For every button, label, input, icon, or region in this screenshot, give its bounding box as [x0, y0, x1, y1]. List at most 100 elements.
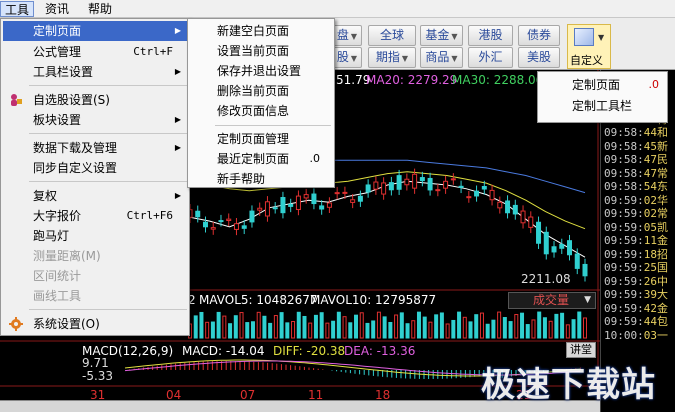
- tick-stock-name: 02常: [643, 207, 668, 220]
- fund-dropdown-button[interactable]: 基金 ▼: [420, 25, 463, 46]
- menu-item-custom-page[interactable]: 定制页面 ▶: [3, 21, 187, 41]
- volume-bar: [331, 320, 336, 339]
- stock-dropdown-button[interactable]: 股 ▼: [332, 47, 362, 68]
- menu-item-watchlist-settings[interactable]: 自选股设置(S): [3, 90, 187, 110]
- candle-body: [559, 243, 565, 249]
- dropdown-item-custom-toolbar[interactable]: 定制工具栏: [540, 96, 665, 116]
- tick-row[interactable]: 09:58:45新: [604, 140, 668, 153]
- tick-row[interactable]: 10:00:03一: [604, 329, 668, 342]
- volume-bar: [216, 311, 221, 339]
- menu-item-big-quote[interactable]: 大字报价 Ctrl+F6: [3, 206, 187, 226]
- volume-bar: [228, 323, 233, 339]
- tick-row[interactable]: 09:58:47常: [604, 167, 668, 180]
- tick-row[interactable]: 09:59:11金: [604, 234, 668, 247]
- tick-row[interactable]: 09:59:44包: [604, 315, 668, 328]
- candle-body: [365, 184, 371, 193]
- tick-row[interactable]: 09:59:18招: [604, 248, 668, 261]
- candle-body: [373, 181, 379, 190]
- menu-item-toolbar-settings[interactable]: 工具栏设置 ▶: [3, 62, 187, 82]
- volume-bar: [371, 320, 376, 339]
- volume-bar: [416, 311, 421, 339]
- tick-row[interactable]: 09:59:05凯: [604, 221, 668, 234]
- menu-item-marquee[interactable]: 跑马灯: [3, 226, 187, 246]
- volume-bar: [268, 322, 273, 339]
- custom-page-submenu: 新建空白页面 设置当前页面 保存并退出设置 删除当前页面 修改页面信息 定制页面…: [187, 18, 335, 188]
- tick-row[interactable]: 09:59:42金: [604, 302, 668, 315]
- candle-body: [528, 216, 534, 228]
- candle-body: [489, 189, 495, 201]
- global-button[interactable]: 全球: [368, 25, 416, 46]
- tick-stock-name: 39大: [643, 288, 668, 301]
- ma-line-ma-short: [189, 180, 586, 258]
- tick-time: 09:58:: [604, 166, 644, 180]
- volume-bar: [210, 321, 215, 339]
- submenu-item-delete-page[interactable]: 删除当前页面: [190, 81, 332, 101]
- menu-item-sector-settings[interactable]: 板块设置 ▶: [3, 110, 187, 130]
- us-stock-button[interactable]: 美股: [518, 47, 560, 68]
- submenu-item-set-current-page[interactable]: 设置当前页面: [190, 41, 332, 61]
- candle-body: [419, 177, 425, 182]
- submenu-item-recent-pages[interactable]: 最近定制页面 .0: [190, 149, 332, 169]
- menu-item-sync-settings[interactable]: 同步自定义设置: [3, 158, 187, 178]
- volume-bar: [554, 313, 559, 339]
- tick-row[interactable]: 09:59:25国: [604, 261, 668, 274]
- bond-button[interactable]: 债券: [518, 25, 560, 46]
- menu-item-formula-manager[interactable]: 公式管理 Ctrl+F: [3, 42, 187, 62]
- commodity-dropdown-button[interactable]: 商品 ▼: [420, 47, 463, 68]
- volume-bar: [394, 314, 399, 339]
- tick-row[interactable]: 09:58:54东: [604, 180, 668, 193]
- submenu-item-edit-page-info[interactable]: 修改页面信息: [190, 101, 332, 121]
- menu-tools[interactable]: 工具: [0, 1, 35, 17]
- index-futures-dropdown-button[interactable]: 期指 ▼: [368, 47, 416, 68]
- candle-body: [295, 195, 301, 211]
- candle-body: [396, 175, 402, 190]
- menu-item-price-adjust[interactable]: 复权 ▶: [3, 186, 187, 206]
- volume-bar: [479, 312, 484, 339]
- customize-label: 自定义: [570, 54, 603, 67]
- tick-row[interactable]: 09:58:44和: [604, 126, 668, 139]
- candle-body: [280, 197, 286, 214]
- hk-stock-button[interactable]: 港股: [468, 25, 513, 46]
- mavol10-label: MAVOL10: 12795877: [310, 293, 437, 307]
- volume-bar: [583, 317, 587, 339]
- menu-separator: [215, 125, 331, 126]
- forex-button[interactable]: 外汇: [468, 47, 513, 68]
- customize-dropdown: 定制页面 .0 定制工具栏: [537, 71, 668, 123]
- candle-body: [264, 201, 270, 217]
- candle-body: [582, 263, 588, 277]
- tick-row[interactable]: 09:59:02常: [604, 207, 668, 220]
- tick-stock-name: 44和: [643, 126, 668, 139]
- tick-time: 09:59:: [604, 315, 644, 328]
- indicator-select[interactable]: 成交量 ▼: [508, 292, 596, 309]
- market-dropdown-button[interactable]: 盘 ▼: [332, 25, 362, 46]
- tick-row[interactable]: 09:59:26中: [604, 275, 668, 288]
- menu-item-system-settings[interactable]: 系统设置(O): [3, 314, 187, 334]
- menu-item-range-stats[interactable]: 区间统计: [3, 266, 187, 286]
- menu-news[interactable]: 资讯: [41, 1, 73, 17]
- submenu-item-save-exit[interactable]: 保存并退出设置: [190, 61, 332, 81]
- tick-stock-name: 47民: [643, 153, 668, 166]
- candle-body: [435, 189, 441, 192]
- menu-item-data-download[interactable]: 数据下载及管理 ▶: [3, 138, 187, 158]
- submenu-item-page-manager[interactable]: 定制页面管理: [190, 129, 332, 149]
- volume-bar: [342, 316, 347, 339]
- tick-row[interactable]: 09:59:02华: [604, 194, 668, 207]
- candle-body: [334, 192, 340, 195]
- candle-body: [450, 178, 456, 181]
- volume-bar: [205, 321, 210, 339]
- menu-separator: [29, 181, 187, 182]
- lecture-button[interactable]: 讲堂: [566, 342, 596, 358]
- candle-body: [326, 202, 332, 208]
- customize-button[interactable]: ▼ 自定义: [567, 24, 611, 69]
- dropdown-item-custom-page[interactable]: 定制页面 .0: [540, 75, 665, 95]
- tick-row[interactable]: 09:59:39大: [604, 288, 668, 301]
- tick-row[interactable]: 09:58:47民: [604, 153, 668, 166]
- menu-help[interactable]: 帮助: [84, 1, 116, 17]
- submenu-item-new-page[interactable]: 新建空白页面: [190, 21, 332, 41]
- tick-stock-name: 11金: [643, 234, 668, 247]
- submenu-item-beginner-help[interactable]: 新手帮助: [190, 169, 332, 189]
- candle-body: [567, 240, 573, 256]
- menu-item-measure-distance[interactable]: 测量距离(M): [3, 246, 187, 266]
- volume-bar: [525, 324, 530, 339]
- menu-item-drawing-tools[interactable]: 画线工具: [3, 286, 187, 306]
